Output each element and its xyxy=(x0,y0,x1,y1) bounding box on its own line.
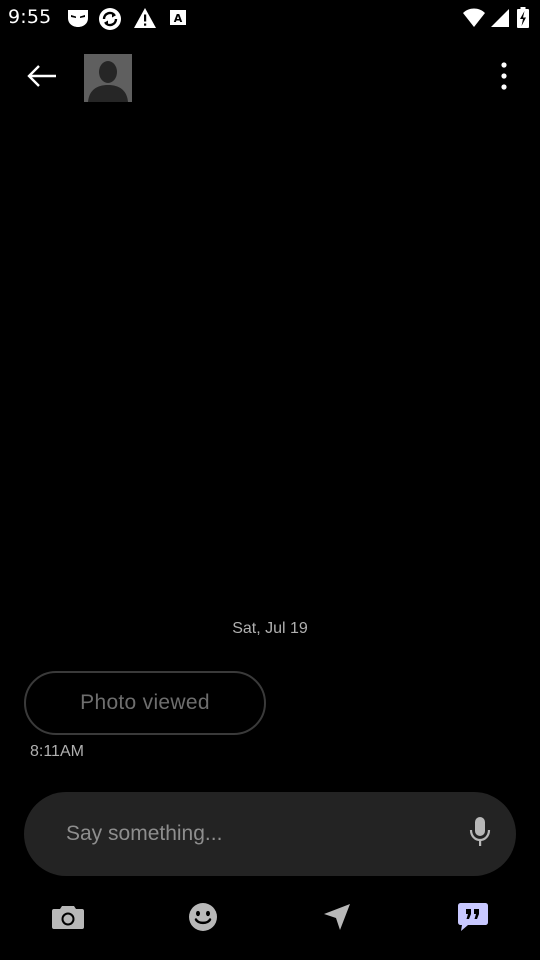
send-location-button[interactable] xyxy=(315,898,359,940)
camera-button[interactable] xyxy=(46,898,90,940)
arrow-left-icon xyxy=(26,64,58,93)
location-arrow-icon xyxy=(322,902,352,937)
svg-text:A: A xyxy=(174,12,183,25)
status-time: 9:55 xyxy=(8,6,52,28)
battery-charging-icon xyxy=(516,7,532,29)
message-composer xyxy=(24,792,516,876)
profile-avatar[interactable] xyxy=(84,54,132,102)
more-options-button[interactable] xyxy=(484,58,524,98)
wifi-icon xyxy=(462,7,485,29)
photo-viewed-label: Photo viewed xyxy=(80,691,210,714)
message-timestamp: 8:11AM xyxy=(30,743,84,760)
quote-chat-icon xyxy=(457,902,489,937)
saved-phrases-button[interactable] xyxy=(451,898,495,940)
more-vertical-icon xyxy=(500,61,508,96)
a-square-icon: A xyxy=(168,7,190,29)
date-separator: Sat, Jul 19 xyxy=(232,620,308,637)
status-bar: 9:55 A xyxy=(0,0,540,36)
sync-icon xyxy=(98,7,121,30)
photo-viewed-bubble[interactable]: Photo viewed xyxy=(24,671,266,735)
voice-message-button[interactable] xyxy=(462,814,498,854)
message-input[interactable] xyxy=(66,792,446,876)
microphone-icon xyxy=(469,816,491,853)
camera-icon xyxy=(51,904,85,935)
signal-icon xyxy=(490,7,512,29)
back-button[interactable] xyxy=(22,58,62,98)
default-avatar-icon xyxy=(84,54,132,102)
warning-icon xyxy=(133,7,156,29)
emoji-button[interactable] xyxy=(181,898,225,940)
smiley-icon xyxy=(188,902,218,937)
grindr-mask-icon xyxy=(66,7,88,29)
